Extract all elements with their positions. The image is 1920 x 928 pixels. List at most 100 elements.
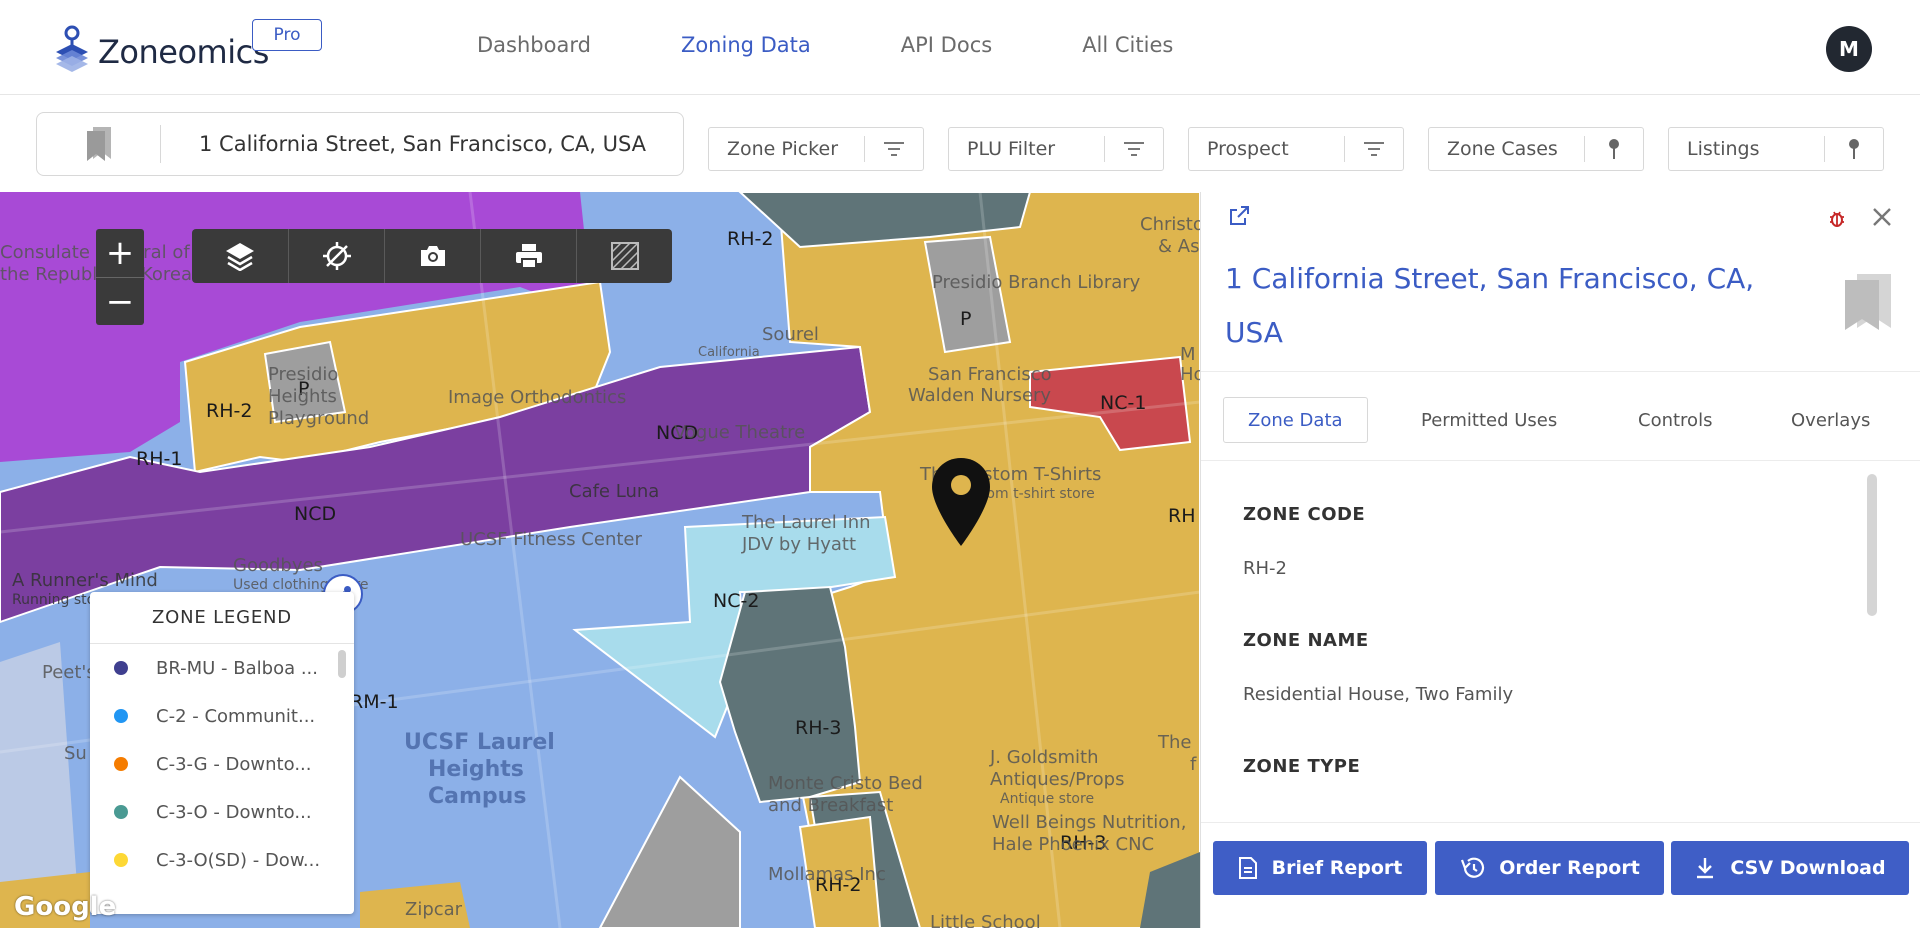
zone-code-value: RH-2 [1243, 558, 1287, 579]
prospect-label: Prospect [1207, 138, 1289, 160]
logo-text: Zoneomics [98, 33, 269, 71]
zone-data-content[interactable]: ZONE CODE RH-2 ZONE NAME Residential Hou… [1201, 462, 1920, 814]
print-icon[interactable] [480, 229, 576, 283]
tab-overlays[interactable]: Overlays [1791, 397, 1870, 443]
poi-label: The Laurel Inn [742, 512, 871, 533]
listings-filter[interactable]: Listings [1668, 127, 1884, 171]
legend-item[interactable]: C-3-O(SD) - Dow... [90, 836, 354, 884]
zoom-in-button[interactable]: + [96, 229, 144, 277]
bookmark-icon[interactable] [1841, 272, 1895, 336]
poi-label: Goodbyes [233, 555, 323, 576]
camera-icon[interactable] [384, 229, 480, 283]
filter-icon[interactable] [1105, 141, 1163, 157]
panel-header: 1 California Street, San Francisco, CA, … [1201, 192, 1920, 372]
brief-report-label: Brief Report [1271, 857, 1403, 879]
nav-all-cities[interactable]: All Cities [1082, 33, 1173, 57]
map-toolbar [192, 229, 672, 283]
poi-label: Su [64, 743, 87, 764]
legend-scrollbar[interactable] [338, 650, 346, 678]
zoning-map[interactable]: RH-2 RH-2 P RH-1 NCD NCD P NC-1 NC-2 RH-… [0, 192, 1200, 928]
poi-label: Heights [268, 386, 337, 407]
plu-filter-label: PLU Filter [967, 138, 1056, 160]
poi-label: The [1158, 732, 1192, 753]
content-scrollbar[interactable] [1867, 474, 1877, 616]
order-report-button[interactable]: Order Report [1435, 841, 1664, 895]
nav-api-docs[interactable]: API Docs [901, 33, 992, 57]
plu-filter[interactable]: PLU Filter [948, 127, 1164, 171]
zoom-out-button[interactable]: − [96, 277, 144, 325]
poi-label: f [1190, 754, 1197, 775]
brief-report-button[interactable]: Brief Report [1213, 841, 1427, 895]
bug-icon[interactable] [1827, 208, 1847, 232]
main-nav: Dashboard Zoning Data API Docs All Citie… [477, 33, 1263, 57]
zone-label: RH-1 [136, 448, 183, 470]
poi-label: Consulate General of [0, 242, 190, 263]
zone-picker-filter[interactable]: Zone Picker [708, 127, 924, 171]
bookmark-icon[interactable] [37, 125, 161, 163]
legend-item[interactable]: BR-MU - Balboa ... [90, 644, 354, 692]
address-search-box[interactable]: 1 California Street, San Francisco, CA, … [36, 112, 684, 176]
zone-name-label: ZONE NAME [1243, 630, 1369, 651]
poi-label: Heights [428, 757, 524, 782]
top-navigation: Zoneomics Pro Dashboard Zoning Data API … [0, 0, 1920, 95]
poi-label: & Asso [1158, 236, 1200, 257]
zone-type-label: ZONE TYPE [1243, 756, 1361, 777]
legend-dot [114, 709, 128, 723]
tab-controls[interactable]: Controls [1638, 397, 1712, 443]
tab-zone-data[interactable]: Zone Data [1223, 397, 1368, 443]
poi-label: Mollamas Inc [768, 864, 886, 885]
legend-dot [114, 661, 128, 675]
poi-label: Vogue Theatre [674, 422, 806, 443]
poi-label: Image Orthodontics [448, 387, 627, 408]
logo-icon [50, 24, 94, 74]
poi-label: Hale Phoenix CNC [992, 834, 1155, 855]
poi-label: Playground [268, 408, 370, 429]
download-icon [1697, 858, 1714, 879]
filter-icon[interactable] [1345, 141, 1403, 157]
poi-label: and Breakfast [768, 795, 894, 816]
pin-icon[interactable] [1585, 138, 1643, 160]
legend-dot [114, 805, 128, 819]
nav-zoning-data[interactable]: Zoning Data [681, 33, 811, 57]
csv-download-label: CSV Download [1730, 857, 1886, 879]
poi-label: San Francisco [928, 364, 1052, 385]
poi-label: Presidio [268, 364, 339, 385]
legend-item[interactable]: C-2 - Communit... [90, 692, 354, 740]
poi-label: Antique store [1000, 791, 1095, 807]
legend-title: ZONE LEGEND [90, 592, 354, 644]
zone-code-label: ZONE CODE [1243, 504, 1366, 525]
poi-label: Walden Nursery [908, 385, 1052, 406]
nav-dashboard[interactable]: Dashboard [477, 33, 591, 57]
panel-actions: Brief Report Order Report CSV Download [1201, 822, 1920, 928]
poi-label: J. Goldsmith [990, 747, 1099, 768]
grid-off-icon[interactable] [576, 229, 672, 283]
poi-label: M [1180, 344, 1196, 365]
prospect-filter[interactable]: Prospect [1188, 127, 1404, 171]
zone-cases-filter[interactable]: Zone Cases [1428, 127, 1644, 171]
csv-download-button[interactable]: CSV Download [1671, 841, 1909, 895]
legend-item[interactable]: C-3-G - Downto... [90, 740, 354, 788]
zone-legend: ZONE LEGEND BR-MU - Balboa ... C-2 - Com… [90, 592, 354, 914]
pin-icon[interactable] [1825, 138, 1883, 160]
legend-dot [114, 853, 128, 867]
zone-label: NCD [294, 503, 337, 525]
poi-label: California [698, 345, 760, 360]
tab-permitted-uses[interactable]: Permitted Uses [1421, 397, 1557, 443]
panel-tabs: Zone Data Permitted Uses Controls Overla… [1201, 373, 1920, 461]
poi-label: Campus [428, 784, 527, 809]
zone-label: RH-2 [206, 400, 253, 422]
zone-cases-label: Zone Cases [1447, 138, 1558, 160]
legend-item[interactable]: C-3-O - Downto... [90, 788, 354, 836]
user-avatar[interactable]: M [1826, 26, 1872, 72]
close-icon[interactable] [1871, 206, 1893, 232]
location-pin-icon[interactable] [930, 456, 992, 552]
filter-icon[interactable] [865, 141, 923, 157]
logo[interactable]: Zoneomics [50, 24, 269, 74]
zone-label: RH-2 [727, 228, 774, 250]
satellite-off-icon[interactable] [288, 229, 384, 283]
external-link-icon[interactable] [1227, 204, 1251, 232]
layers-icon[interactable] [192, 229, 288, 283]
address-input[interactable]: 1 California Street, San Francisco, CA, … [161, 132, 646, 156]
poi-label: UCSF Fitness Center [460, 529, 642, 550]
poi-label: Sourel [762, 324, 819, 345]
